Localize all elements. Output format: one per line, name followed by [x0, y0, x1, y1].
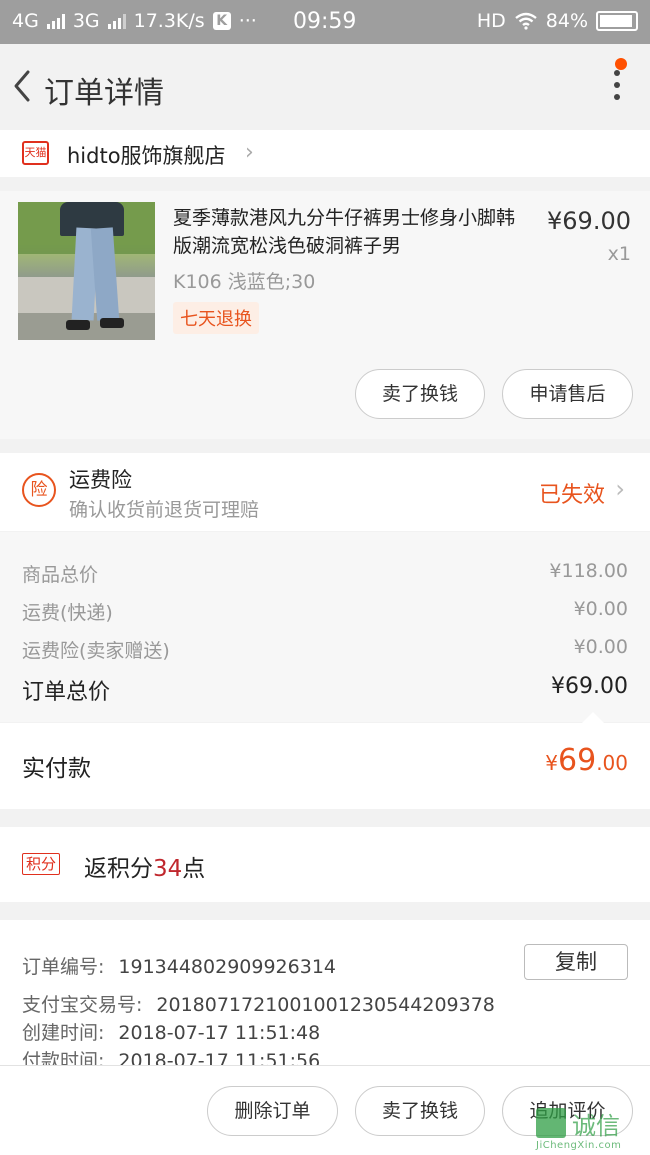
- back-arrow-icon[interactable]: [8, 66, 38, 106]
- store-row[interactable]: 天猫 hidto服饰旗舰店 ›: [0, 130, 650, 177]
- order-number-label: 订单编号:: [22, 956, 105, 978]
- nav-bar: 订单详情: [0, 44, 650, 130]
- price-summary: 商品总价 ¥118.00 运费(快递) ¥0.00 运费险(卖家赠送) ¥0.0…: [0, 532, 650, 723]
- app-k-icon: K: [212, 12, 231, 30]
- price-row-total: 订单总价 ¥69.00: [22, 674, 628, 706]
- sell-button[interactable]: 卖了换钱: [355, 369, 485, 419]
- paid-currency: ¥: [545, 751, 558, 775]
- chevron-right-icon: ›: [615, 475, 625, 503]
- watermark-logo: 诚信 JiChengXin.com: [536, 1108, 644, 1152]
- price-label: 运费险(卖家赠送): [22, 640, 170, 662]
- network-3g-label: 3G: [72, 10, 100, 32]
- order-number-row: 订单编号: 191344802909926314: [22, 952, 336, 979]
- points-prefix: 返积分: [84, 856, 153, 882]
- price-value: ¥0.00: [573, 636, 628, 658]
- watermark-text: 诚信: [572, 1112, 620, 1140]
- insurance-title: 运费险: [69, 468, 132, 492]
- insurance-status: 已失效: [538, 483, 605, 508]
- battery-percent: 84%: [545, 10, 588, 32]
- store-name: hidto服饰旗舰店: [67, 144, 226, 168]
- shipping-insurance-row[interactable]: 险 运费险 确认收货前退货可理赔 已失效 ›: [0, 453, 650, 531]
- watermark-subtext: JiChengXin.com: [536, 1140, 622, 1151]
- alipay-number-row: 支付宝交易号: 2018071721001001230544209378: [22, 990, 495, 1017]
- paid-label: 实付款: [22, 756, 91, 782]
- copy-button[interactable]: 复制: [524, 944, 628, 980]
- order-number-value: 191344802909926314: [118, 956, 336, 978]
- tmall-icon: 天猫: [22, 141, 49, 165]
- alipay-value: 2018071721001001230544209378: [156, 994, 495, 1016]
- price-value: ¥118.00: [549, 560, 628, 582]
- product-quantity: x1: [607, 243, 631, 265]
- product-price: ¥69.00: [547, 207, 631, 235]
- paid-time-label: 付款时间:: [22, 1050, 105, 1065]
- paid-amount-row: 实付款 ¥69.00: [0, 723, 650, 809]
- battery-icon: [596, 11, 638, 31]
- points-row: 积分 返积分34点: [0, 827, 650, 902]
- points-text: 返积分34点: [84, 849, 205, 883]
- created-value: 2018-07-17 11:51:48: [118, 1022, 321, 1044]
- status-bar: 4G 3G 17.3K/s K ··· 09:59 HD 84%: [0, 0, 650, 44]
- paid-integer: 69: [558, 743, 597, 778]
- network-speed: 17.3K/s: [133, 10, 205, 32]
- paid-decimal: .00: [596, 751, 628, 775]
- signal-icon: [46, 13, 65, 29]
- price-row-insurance: 运费险(卖家赠送) ¥0.00: [22, 636, 628, 663]
- notification-dot: [615, 58, 627, 70]
- signal-icon-2: [107, 13, 126, 29]
- alipay-label: 支付宝交易号:: [22, 994, 143, 1016]
- order-item: 夏季薄款港风九分牛仔裤男士修身小脚韩版潮流宽松浅色破洞裤子男 K106 浅蓝色;…: [0, 191, 650, 439]
- more-dots: ···: [238, 10, 257, 32]
- points-number: 34: [153, 856, 183, 882]
- insurance-icon: 险: [22, 473, 56, 507]
- price-label: 运费(快递): [22, 602, 113, 624]
- total-value: ¥69.00: [551, 674, 628, 699]
- hd-label: HD: [476, 10, 506, 32]
- total-label: 订单总价: [22, 680, 111, 705]
- points-suffix: 点: [182, 856, 206, 882]
- product-image[interactable]: [18, 202, 155, 340]
- paid-amount: ¥69.00: [545, 743, 628, 778]
- more-menu-icon[interactable]: [612, 70, 622, 106]
- delete-order-button[interactable]: 删除订单: [207, 1086, 338, 1136]
- clock: 09:59: [293, 9, 357, 34]
- price-row-shipping: 运费(快递) ¥0.00: [22, 598, 628, 625]
- price-label: 商品总价: [22, 564, 99, 586]
- insurance-subtitle: 确认收货前退货可理赔: [69, 499, 260, 521]
- sell-button-bottom[interactable]: 卖了换钱: [355, 1086, 485, 1136]
- product-sku: K106 浅蓝色;30: [173, 271, 316, 293]
- paid-time-row: 付款时间: 2018-07-17 11:51:56: [22, 1046, 320, 1065]
- order-info: 订单编号: 191344802909926314 复制 支付宝交易号: 201807…: [0, 920, 650, 1065]
- after-sale-button[interactable]: 申请售后: [502, 369, 633, 419]
- paid-time-value: 2018-07-17 11:51:56: [118, 1050, 321, 1065]
- wifi-icon: [515, 12, 537, 30]
- created-time-row: 创建时间: 2018-07-17 11:51:48: [22, 1018, 320, 1045]
- price-row-goods: 商品总价 ¥118.00: [22, 560, 628, 587]
- notch-indicator: [582, 712, 604, 723]
- chevron-right-icon: ›: [245, 140, 254, 165]
- network-4g-label: 4G: [12, 10, 39, 32]
- page-title: 订单详情: [44, 76, 164, 111]
- price-value: ¥0.00: [573, 598, 628, 620]
- points-badge: 积分: [22, 853, 61, 875]
- created-label: 创建时间:: [22, 1022, 105, 1044]
- product-title[interactable]: 夏季薄款港风九分牛仔裤男士修身小脚韩版潮流宽松浅色破洞裤子男: [173, 204, 523, 260]
- return-policy-tag: 七天退换: [173, 302, 259, 334]
